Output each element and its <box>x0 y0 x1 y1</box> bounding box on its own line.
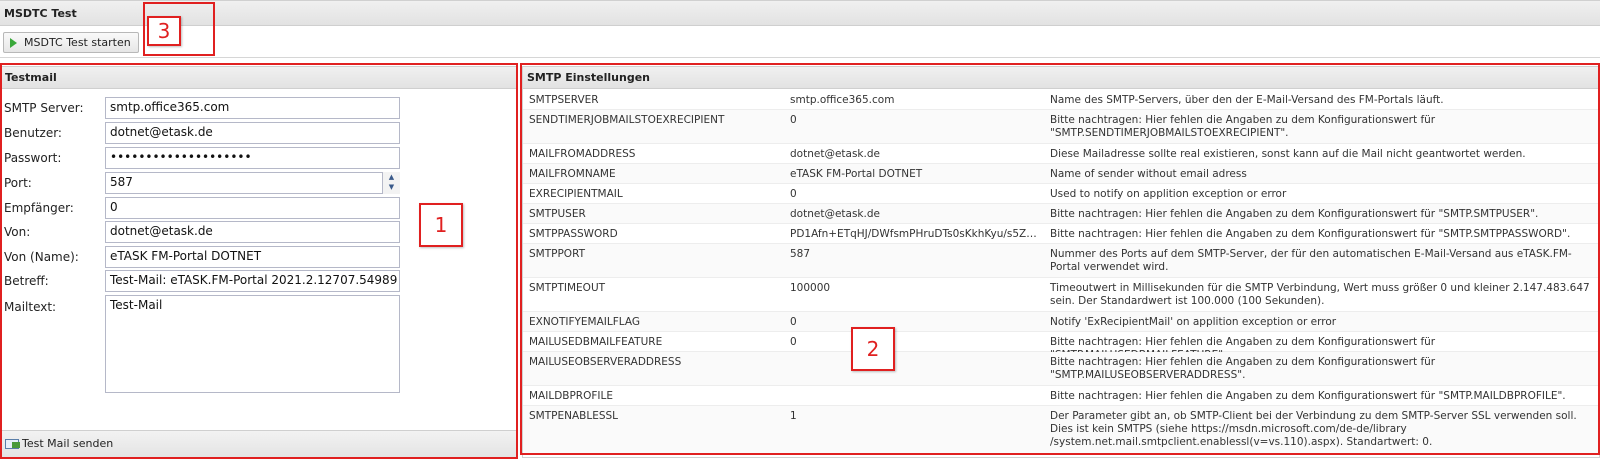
setting-value-cell: 100000 <box>790 282 831 294</box>
setting-key-cell: MAILUSEOBSERVERADDRESS <box>529 356 682 368</box>
setting-description-cell: Bitte nachtragen: Hier fehlen die Angabe… <box>1050 114 1436 139</box>
setting-value-cell: 0 <box>790 188 797 200</box>
mailtext-label: Mailtext: <box>4 300 57 314</box>
msdtc-test-start-label: MSDTC Test starten <box>24 36 131 49</box>
smtp-setting-row[interactable]: SMTPTIMEOUT 100000 Timeoutwert in Millisek… <box>523 278 1599 312</box>
testmail-panel: Testmail SMTP Server: smtp.office365.com… <box>0 66 518 458</box>
setting-description-cell: Bitte nachtragen: Hier fehlen die Angabe… <box>1050 208 1539 220</box>
setting-description-cell: Nummer des Ports auf dem SMTP-Server, de… <box>1050 248 1572 273</box>
mailtext-textarea[interactable]: Test-Mail <box>105 295 400 393</box>
from-name-label: Von (Name): <box>4 250 79 264</box>
setting-value-cell: dotnet@etask.de <box>790 148 880 160</box>
port-row: Port: 587 ▲ ▼ <box>1 172 519 194</box>
setting-value-cell: 587 <box>790 248 811 260</box>
smtp-setting-row[interactable]: SMTPSERVER smtp.office365.com Name des SMT… <box>523 90 1599 110</box>
setting-value-cell: eTASK FM-Portal DOTNET <box>790 168 923 180</box>
smtp-setting-row[interactable]: SMTPPORT 587 Nummer des Ports auf dem SMTP… <box>523 244 1599 278</box>
setting-value-cell: smtp.office365.com <box>790 94 895 106</box>
from-name-input[interactable]: eTASK FM-Portal DOTNET <box>105 246 400 268</box>
from-input[interactable]: dotnet@etask.de <box>105 221 400 243</box>
user-label: Benutzer: <box>4 126 62 140</box>
from-label: Von: <box>4 225 31 239</box>
annotation-label-2: 2 <box>851 327 895 371</box>
mail-send-icon <box>5 438 20 449</box>
setting-description-cell: Notify 'ExRecipientMail' on applition ex… <box>1050 316 1337 328</box>
setting-key-cell: EXNOTIFYEMAILFLAG <box>529 316 640 328</box>
smtp-setting-row[interactable]: MAILDBPROFILE Bitte nachtragen: Hier fehl… <box>523 386 1599 406</box>
smtp-server-input[interactable]: smtp.office365.com <box>105 97 400 119</box>
setting-description-cell: Der Parameter gibt an, ob SMTP-Client be… <box>1050 410 1577 448</box>
annotation-label-1: 1 <box>419 203 463 247</box>
smtp-setting-row[interactable]: SENDTIMERJOBMAILSTOEXRECIPIENT 0 Bitte nac… <box>523 110 1599 144</box>
subject-input[interactable]: Test-Mail: eTASK.FM-Portal 2021.2.12707.… <box>105 270 400 292</box>
setting-key-cell: SMTPUSER <box>529 208 586 220</box>
recipient-label: Empfänger: <box>4 201 74 215</box>
msdtc-panel: MSDTC Test MSDTC Test starten <box>0 0 1600 58</box>
smtp-setting-row[interactable]: EXNOTIFYEMAILFLAG 0 Notify 'ExRecipientMai… <box>523 312 1599 332</box>
setting-value-cell: dotnet@etask.de <box>790 208 880 220</box>
setting-description-cell: Bitte nachtragen: Hier fehlen die Angabe… <box>1050 390 1566 402</box>
testmail-footer: Test Mail senden <box>1 430 517 457</box>
setting-key-cell: MAILUSEDBMAILFEATURE <box>529 336 663 348</box>
recipient-input[interactable]: 0 <box>105 197 400 219</box>
setting-description-cell: Name des SMTP-Servers, über den der E-Ma… <box>1050 94 1444 106</box>
subject-row: Betreff: Test-Mail: eTASK.FM-Portal 2021… <box>1 270 519 292</box>
smtp-settings-panel: SMTP Einstellungen SMTPSERVER smtp.office… <box>522 66 1600 458</box>
setting-key-cell: MAILFROMADDRESS <box>529 148 636 160</box>
testmail-panel-title: Testmail <box>1 67 517 89</box>
setting-value-cell: 1 <box>790 410 797 422</box>
annotation-label-3: 3 <box>147 16 181 46</box>
setting-key-cell: MAILDBPROFILE <box>529 390 613 402</box>
port-input[interactable]: 587 <box>105 172 400 194</box>
setting-key-cell: SMTPTIMEOUT <box>529 282 606 294</box>
smtp-server-label: SMTP Server: <box>4 101 84 115</box>
setting-value-cell: PD1Afn+ETqHJ/DWfsmPHruDTs0sKkhKyu/s5Zg+5… <box>790 228 1040 240</box>
setting-description-cell: Bitte nachtragen: Hier fehlen die Angabe… <box>1050 356 1436 381</box>
setting-description-cell: Name of sender without email adress <box>1050 168 1247 180</box>
smtp-settings-title: SMTP Einstellungen <box>523 67 1599 89</box>
smtp-setting-row[interactable]: MAILUSEOBSERVERADDRESS Bitte nachtragen: … <box>523 352 1599 386</box>
msdtc-panel-title: MSDTC Test <box>0 0 1600 26</box>
setting-key-cell: EXRECIPIENTMAIL <box>529 188 623 200</box>
password-row: Passwort: •••••••••••••••••••• <box>1 147 519 169</box>
play-icon <box>10 37 17 48</box>
send-test-mail-button[interactable]: Test Mail senden <box>5 437 113 450</box>
setting-value-cell: 0 <box>790 316 797 328</box>
password-input[interactable]: •••••••••••••••••••• <box>105 147 400 169</box>
setting-key-cell: SENDTIMERJOBMAILSTOEXRECIPIENT <box>529 114 725 126</box>
subject-label: Betreff: <box>4 274 49 288</box>
send-test-mail-label: Test Mail senden <box>22 437 114 450</box>
port-stepper[interactable]: ▲ ▼ <box>382 172 400 194</box>
smtp-setting-row[interactable]: SMTPPASSWORD PD1Afn+ETqHJ/DWfsmPHruDTs0sK… <box>523 224 1599 244</box>
setting-value-cell: 0 <box>790 114 797 126</box>
smtp-setting-row[interactable]: MAILUSEDBMAILFEATURE 0 Bitte nachtragen: H… <box>523 332 1599 361</box>
setting-description-cell: Used to notify on applition exception or… <box>1050 188 1287 200</box>
setting-description-cell: Bitte nachtragen: Hier fehlen die Angabe… <box>1050 228 1571 240</box>
setting-value-cell: 0 <box>790 336 797 348</box>
chevron-up-icon[interactable]: ▲ <box>383 172 400 182</box>
password-label: Passwort: <box>4 151 62 165</box>
setting-description-cell: Timeoutwert in Millisekunden für die SMT… <box>1050 282 1590 307</box>
smtp-setting-row[interactable]: EXRECIPIENTMAIL 0 Used to notify on applit… <box>523 184 1599 204</box>
smtp-setting-row[interactable]: MAILFROMADDRESS dotnet@etask.de Diese Mail… <box>523 144 1599 164</box>
setting-key-cell: MAILFROMNAME <box>529 168 616 180</box>
user-input[interactable]: dotnet@etask.de <box>105 122 400 144</box>
msdtc-test-start-button[interactable]: MSDTC Test starten <box>3 32 139 53</box>
chevron-down-icon[interactable]: ▼ <box>383 182 400 192</box>
setting-description-cell: Diese Mailadresse sollte real existieren… <box>1050 148 1526 160</box>
smtp-setting-row[interactable]: MAILFROMNAME eTASK FM-Portal DOTNET Name o… <box>523 164 1599 184</box>
smtp-server-row: SMTP Server: smtp.office365.com <box>1 97 519 119</box>
setting-key-cell: SMTPENABLESSL <box>529 410 619 422</box>
from-name-row: Von (Name): eTASK FM-Portal DOTNET <box>1 246 519 268</box>
port-label: Port: <box>4 176 32 190</box>
user-row: Benutzer: dotnet@etask.de <box>1 122 519 144</box>
smtp-setting-row[interactable]: SMTPENABLESSL 1 Der Parameter gibt an, ob … <box>523 406 1599 454</box>
setting-key-cell: SMTPPORT <box>529 248 586 260</box>
setting-key-cell: SMTPPASSWORD <box>529 228 618 240</box>
smtp-setting-row[interactable]: SMTPUSER dotnet@etask.de Bitte nachtragen:… <box>523 204 1599 224</box>
setting-key-cell: SMTPSERVER <box>529 94 599 106</box>
